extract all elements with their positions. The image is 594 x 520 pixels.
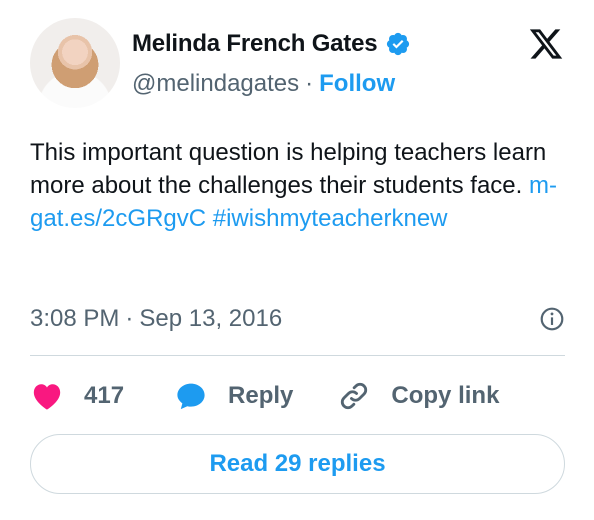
copy-link-label: Copy link (391, 382, 500, 409)
like-count: 417 (84, 382, 125, 409)
author-name-row: Melinda French Gates (132, 30, 411, 58)
verified-badge-icon (385, 31, 411, 57)
heart-icon (30, 379, 64, 413)
tweet-hashtag[interactable]: #iwishmyteacherknew (213, 205, 448, 232)
copy-link-button[interactable]: Copy link (337, 379, 499, 413)
tweet-body: This important question is helping teach… (30, 139, 547, 199)
link-icon (337, 379, 371, 413)
author-handle[interactable]: @melindagates (132, 70, 299, 98)
speech-bubble-icon (174, 379, 208, 413)
read-replies-button[interactable]: Read 29 replies (30, 434, 565, 494)
handle-row: @melindagates · Follow (132, 70, 395, 98)
reply-button[interactable]: Reply (174, 379, 293, 413)
tweet-date[interactable]: Sep 13, 2016 (139, 305, 282, 333)
tweet-header: Melinda French Gates @melindagates · Fol… (30, 18, 564, 108)
author-name[interactable]: Melinda French Gates (132, 30, 378, 58)
info-icon[interactable] (539, 306, 565, 332)
tweet-card: Melinda French Gates @melindagates · Fol… (0, 0, 594, 520)
action-bar: 417 Reply Copy link (30, 374, 499, 418)
handle-separator: · (305, 70, 314, 97)
reply-label: Reply (228, 382, 294, 409)
like-button[interactable]: 417 (30, 379, 124, 413)
tweet-text: This important question is helping teach… (30, 136, 565, 235)
avatar[interactable] (30, 18, 120, 108)
divider (30, 355, 565, 356)
time-separator: · (125, 305, 134, 332)
timestamp-row: 3:08 PM · Sep 13, 2016 (30, 302, 565, 336)
x-logo-icon[interactable] (528, 26, 564, 62)
tweet-time[interactable]: 3:08 PM (30, 305, 119, 333)
follow-button[interactable]: Follow (319, 70, 395, 98)
